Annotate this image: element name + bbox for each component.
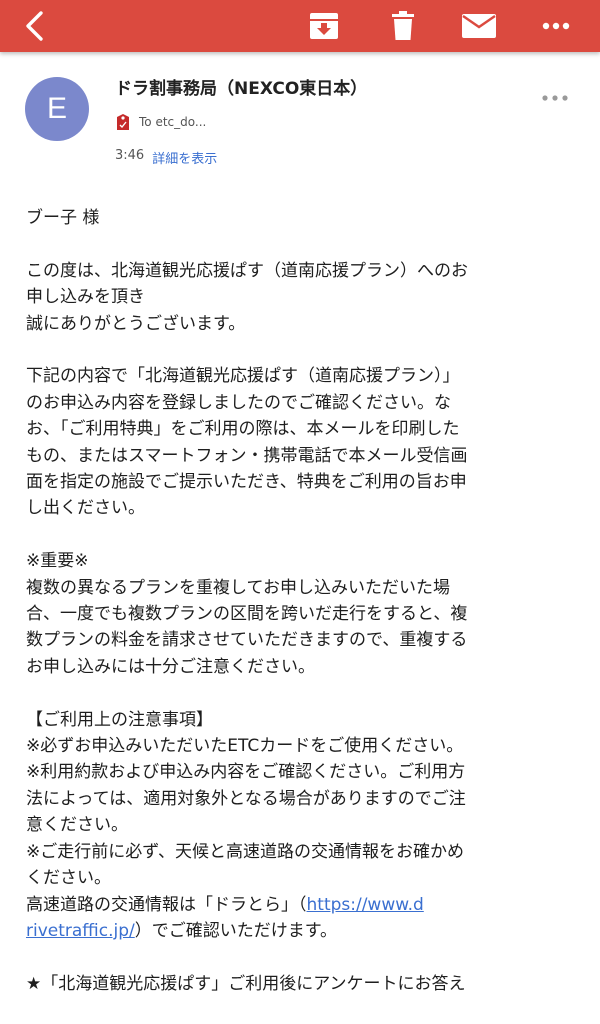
body-paragraph-survey: ★「北海道観光応援ぱす」ご利用後にアンケートにお答え — [26, 973, 466, 994]
important-tag-icon — [117, 114, 129, 130]
message-body: ブー子 様 この度は、北海道観光応援ぱす（道南応援プラン）へのお 申し込みを頂き… — [26, 205, 574, 1024]
body-paragraph-registration: 下記の内容で「北海道観光応援ぱす（道南応援プラン）」 のお申込み内容を登録しまし… — [26, 366, 468, 519]
chevron-left-icon — [26, 11, 43, 41]
recipient-row[interactable]: To etc_do... — [115, 112, 206, 132]
message-time: 3:46 — [115, 148, 145, 163]
show-details-link[interactable]: 詳細を表示 — [152, 148, 217, 167]
message-meta: 3:46 詳細を表示 — [115, 148, 217, 167]
more-horizontal-icon — [542, 22, 570, 30]
notes-text: ※必ずお申込みいただいたETCカードをご使用ください。 ※利用約款および申込み内… — [26, 736, 466, 915]
notes-text-after-link: ）でご確認いただけます。 — [134, 920, 338, 941]
more-horizontal-icon — [542, 95, 568, 101]
more-options-button[interactable] — [534, 0, 578, 52]
sender-name: ドラ割事務局（NEXCO東日本） — [115, 79, 368, 99]
archive-button[interactable] — [304, 0, 344, 52]
archive-icon — [310, 13, 338, 39]
message-header: E ドラ割事務局（NEXCO東日本） To etc_do... 3:46 詳細を… — [0, 52, 600, 172]
top-toolbar — [0, 0, 600, 52]
recipient-summary: To etc_do... — [139, 115, 207, 129]
body-paragraph-thanks: この度は、北海道観光応援ぱす（道南応援プラン）へのお 申し込みを頂き 誠にありが… — [26, 260, 468, 334]
message-more-button[interactable] — [538, 88, 572, 108]
trash-icon — [392, 11, 414, 40]
notes-heading: 【ご利用上の注意事項】 — [26, 709, 213, 730]
mark-unread-button[interactable] — [456, 0, 502, 52]
sender-avatar[interactable]: E — [25, 77, 89, 141]
mail-icon — [462, 14, 496, 38]
body-paragraph-important: ※重要※ 複数の異なるプランを重複してお申し込みいただいた場 合、一度でも複数プ… — [26, 551, 468, 677]
body-paragraph-notes: 【ご利用上の注意事項】 ※必ずお申込みいただいたETCカードをご使用ください。 … — [26, 707, 574, 945]
back-button[interactable] — [14, 0, 54, 52]
greeting: ブー子 様 — [26, 208, 100, 228]
delete-button[interactable] — [383, 0, 423, 52]
